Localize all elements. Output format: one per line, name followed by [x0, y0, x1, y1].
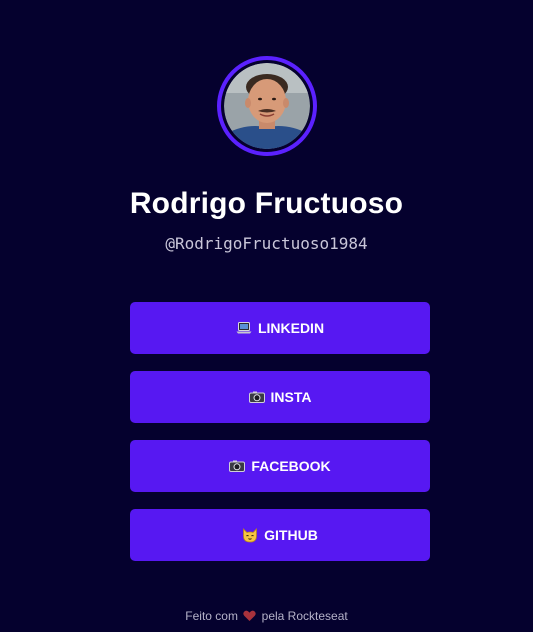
avatar-ring: [216, 56, 317, 156]
profile-header: Rodrigo Fructuoso @RodrigoFructuoso1984: [0, 56, 533, 254]
footer: Feito com pela Rockteseat: [0, 608, 533, 626]
facebook-button[interactable]: FACEBOOK: [130, 440, 430, 492]
insta-label: INSTA: [270, 389, 312, 405]
profile-handle: @RodrigoFructuoso1984: [165, 234, 368, 253]
linkedin-label: LINKEDIN: [257, 320, 325, 336]
links-list: LINKEDIN INSTA FACEBOOK GITHUB: [130, 302, 430, 561]
heart-icon: [243, 610, 257, 626]
cat-icon: [242, 527, 258, 542]
facebook-label: FACEBOOK: [251, 458, 331, 474]
linkedin-button[interactable]: LINKEDIN: [130, 302, 430, 354]
insta-button[interactable]: INSTA: [130, 371, 430, 423]
profile-name: Rodrigo Fructuoso: [129, 187, 404, 220]
github-button[interactable]: GITHUB: [130, 509, 430, 561]
avatar: [223, 63, 310, 149]
footer-suffix: pela Rockteseat: [261, 609, 348, 623]
laptop-icon: [236, 321, 252, 335]
camera-icon: [229, 459, 246, 473]
camera-icon: [248, 390, 265, 404]
github-label: GITHUB: [264, 527, 318, 543]
footer-prefix: Feito com: [185, 609, 238, 623]
